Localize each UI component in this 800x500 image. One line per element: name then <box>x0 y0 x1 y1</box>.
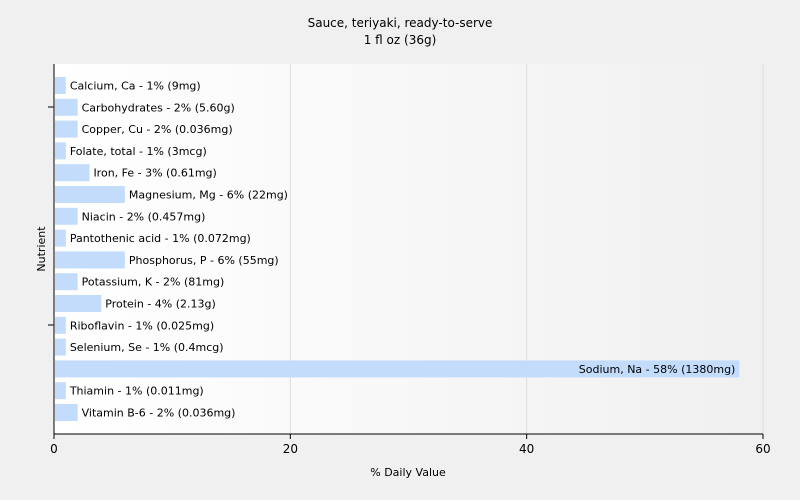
x-tick-label: 0 <box>50 442 58 456</box>
bar-label: Protein - 4% (2.13g) <box>105 298 216 311</box>
nutrient-bar-chart: Calcium, Ca - 1% (9mg) Carbohydrates - 2%… <box>0 0 800 500</box>
bar-label: Sodium, Na - 58% (1380mg) <box>579 363 736 376</box>
bar <box>55 142 66 160</box>
bar-label: Vitamin B-6 - 2% (0.036mg) <box>82 407 236 420</box>
chart-title: Sauce, teriyaki, ready-to-serve <box>308 16 493 30</box>
bar <box>55 207 78 225</box>
bar <box>55 404 78 421</box>
bar-label: Thiamin - 1% (0.011mg) <box>69 385 204 398</box>
bar <box>55 338 66 356</box>
x-tick-label: 40 <box>519 442 534 456</box>
bar <box>55 295 102 312</box>
bar <box>55 186 125 203</box>
x-axis-label: % Daily Value <box>370 466 446 479</box>
bar-label: Magnesium, Mg - 6% (22mg) <box>129 189 288 202</box>
bar <box>55 251 125 269</box>
bar-label: Riboflavin - 1% (0.025mg) <box>70 319 214 332</box>
bar <box>55 164 90 182</box>
y-axis-label: Nutrient <box>35 226 48 272</box>
bar <box>55 98 78 116</box>
bar-label: Carbohydrates - 2% (5.60g) <box>82 101 235 114</box>
bar <box>55 77 66 94</box>
bar-label: Potassium, K - 2% (81mg) <box>82 276 225 289</box>
bar <box>55 316 66 334</box>
bar-label: Phosphorus, P - 6% (55mg) <box>129 254 279 267</box>
x-tick-label: 60 <box>755 442 770 456</box>
x-tick-label: 20 <box>283 442 298 456</box>
bar-label: Niacin - 2% (0.457mg) <box>82 210 206 223</box>
bar-label: Folate, total - 1% (3mcg) <box>70 145 207 158</box>
bar <box>55 382 66 400</box>
bar-label: Selenium, Se - 1% (0.4mcg) <box>70 341 224 354</box>
bar <box>55 120 78 138</box>
bar-label: Copper, Cu - 2% (0.036mg) <box>82 123 233 136</box>
plot-area <box>54 64 763 434</box>
bar-label: Calcium, Ca - 1% (9mg) <box>70 80 201 93</box>
bar <box>55 273 78 291</box>
chart-subtitle: 1 fl oz (36g) <box>364 33 437 47</box>
bar-label: Iron, Fe - 3% (0.61mg) <box>93 167 216 180</box>
bar <box>55 229 66 247</box>
bar-label: Pantothenic acid - 1% (0.072mg) <box>70 232 251 245</box>
